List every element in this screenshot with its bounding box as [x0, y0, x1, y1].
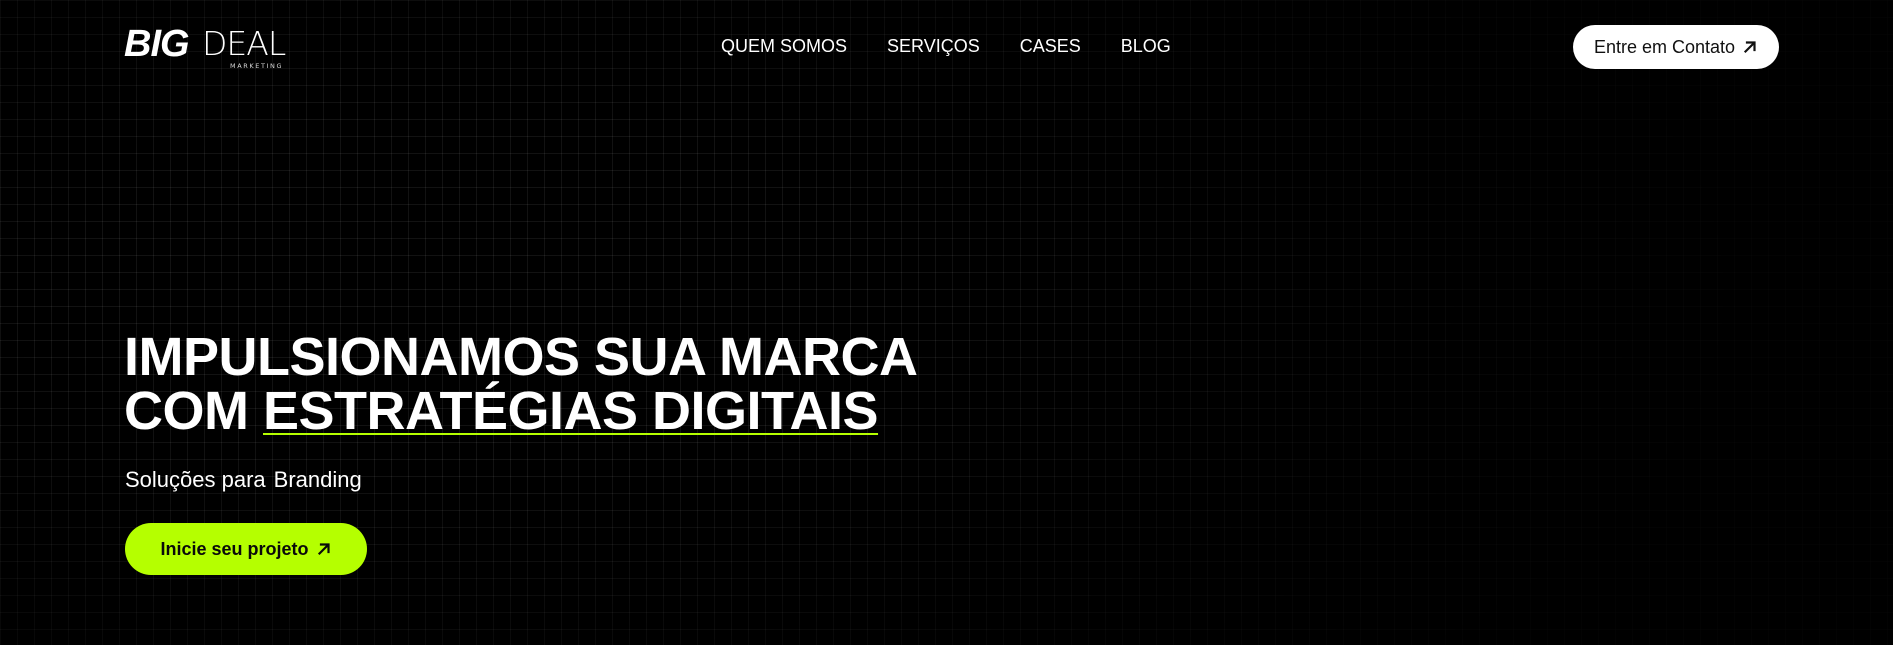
- arrow-up-right-icon: [1742, 39, 1758, 55]
- contact-button-label: Entre em Contato: [1593, 36, 1736, 57]
- hero-title-line2: COM ESTRATÉGIAS DIGITAIS: [124, 384, 918, 438]
- nav-item-cases[interactable]: CASES: [1020, 34, 1081, 58]
- hero-subtitle: Soluções para Branding: [125, 466, 362, 494]
- hero-subtitle-rotating-word: Branding: [273, 467, 362, 492]
- arrow-up-right-icon: [316, 541, 332, 557]
- nav-item-blog[interactable]: BLOG: [1121, 34, 1171, 58]
- start-project-button[interactable]: Inicie seu projeto: [125, 523, 367, 575]
- hero-title-highlight: ESTRATÉGIAS DIGITAIS: [263, 381, 879, 441]
- logo-main-text: BIG: [124, 23, 190, 65]
- logo-secondary-text: DEAL: [202, 24, 286, 63]
- hero-subtitle-prefix: Soluções para: [125, 467, 266, 492]
- contact-button[interactable]: Entre em Contato: [1573, 25, 1779, 69]
- site-header: BIG DEAL MARKETING QUEM SOMOS SERVIÇOS C…: [0, 0, 1893, 92]
- nav-item-servicos[interactable]: SERVIÇOS: [887, 34, 980, 58]
- start-project-label: Inicie seu projeto: [160, 538, 309, 559]
- hero-title-line2-prefix: COM: [124, 381, 263, 441]
- hero-title-line1: IMPULSIONAMOS SUA MARCA: [124, 327, 918, 387]
- main-nav: QUEM SOMOS SERVIÇOS CASES BLOG: [721, 34, 1171, 58]
- logo-tagline: MARKETING: [230, 62, 284, 70]
- brand-logo[interactable]: BIG DEAL MARKETING: [124, 24, 296, 72]
- nav-item-quem-somos[interactable]: QUEM SOMOS: [721, 34, 847, 58]
- hero-title: IMPULSIONAMOS SUA MARCA COM ESTRATÉGIAS …: [124, 330, 918, 438]
